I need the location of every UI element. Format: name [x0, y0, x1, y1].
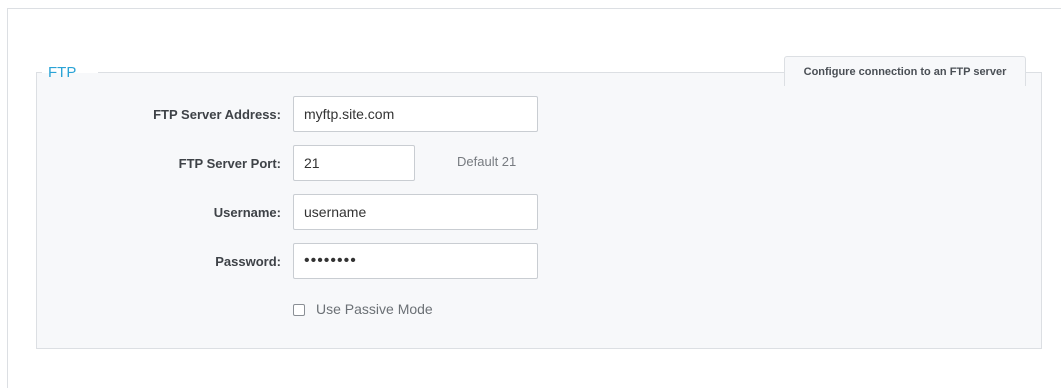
passive-mode-checkbox[interactable] [293, 304, 305, 316]
username-label: Username: [213, 205, 281, 220]
password-input[interactable]: •••••••• [293, 243, 538, 279]
fieldset-border-left [36, 72, 42, 73]
fieldset-border-mid [98, 72, 784, 73]
server-address-input[interactable]: myftp.site.com [293, 96, 538, 132]
server-port-hint: Default 21 [457, 154, 517, 169]
help-tab[interactable]: Configure connection to an FTP server [784, 56, 1026, 86]
fieldset-legend: FTP [48, 64, 77, 81]
server-port-label: FTP Server Port: [178, 156, 281, 171]
password-label: Password: [215, 254, 281, 269]
passive-mode-label[interactable]: Use Passive Mode [316, 301, 433, 317]
server-address-label: FTP Server Address: [153, 107, 281, 122]
fieldset-border-right [1026, 72, 1042, 73]
username-input[interactable]: username [293, 194, 538, 230]
server-port-input[interactable]: 21 [293, 145, 415, 181]
